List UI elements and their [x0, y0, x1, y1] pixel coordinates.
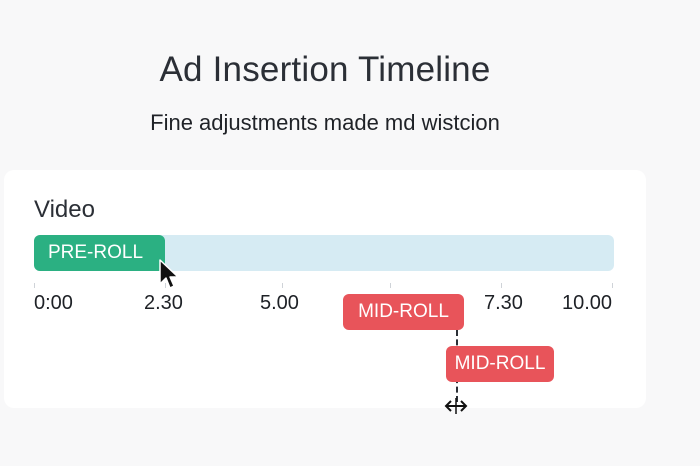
pre-roll-segment[interactable]: PRE-ROLL	[34, 235, 165, 271]
tick-label-7-30: 7.30	[484, 292, 523, 314]
page-subtitle: Fine adjustments made md wistcion	[150, 110, 500, 135]
mid-roll-drag-preview[interactable]: MID-ROLL	[446, 346, 554, 382]
tick-mark-3	[390, 283, 391, 288]
horizontal-resize-icon[interactable]	[442, 396, 470, 416]
tick-mark-0	[34, 283, 35, 288]
tick-mark-2	[282, 283, 283, 288]
tick-label-5-00: 5.00	[260, 292, 299, 314]
arrow-pointer-icon	[158, 259, 180, 291]
tick-label-10-00: 10.00	[562, 292, 613, 314]
tick-label-2-30: 2.30	[144, 292, 183, 314]
tick-label-start: 0:00	[34, 292, 73, 314]
page-title: Ad Insertion Timeline	[159, 50, 491, 89]
tick-mark-5	[612, 283, 613, 288]
tick-mark-4	[501, 283, 502, 288]
mid-roll-segment[interactable]: MID-ROLL	[343, 294, 464, 330]
ad-timeline-page: Ad Insertion Timeline Fine adjustments m…	[0, 0, 700, 466]
video-track-label: Video	[34, 196, 95, 223]
